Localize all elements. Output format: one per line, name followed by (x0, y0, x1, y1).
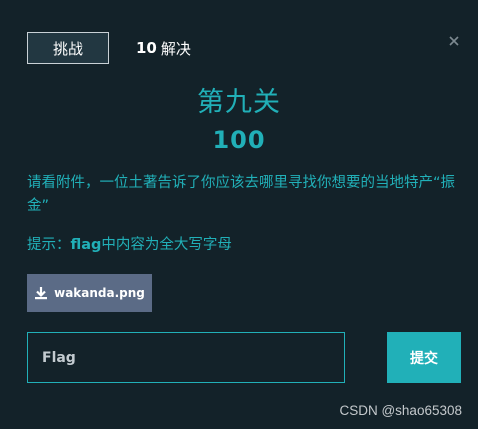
tab-solves[interactable]: 10 解决 (136, 32, 191, 64)
challenge-title: 第九关 (197, 87, 281, 118)
close-icon (449, 36, 459, 46)
challenge-modal: 挑战 10 解决 第九关 100 请看附件，一位土著告诉了你应该去哪里寻找你想要… (0, 0, 478, 429)
challenge-description: 请看附件，一位土著告诉了你应该去哪里寻找你想要的当地特产“振金” (27, 175, 456, 214)
watermark: CSDN @shao65308 (339, 403, 462, 418)
challenge-value: 100 (212, 126, 266, 154)
flag-input[interactable] (27, 332, 345, 383)
tab-challenge-label: 挑战 (52, 39, 83, 58)
tab-solves-label: 解决 (160, 39, 191, 58)
submit-button[interactable]: 提交 (387, 332, 461, 383)
submit-label: 提交 (410, 350, 438, 367)
file-download-button[interactable]: wakanda.png (27, 274, 152, 312)
tab-challenge[interactable]: 挑战 (27, 32, 109, 64)
download-icon (35, 287, 48, 300)
hint-suffix: 中内容为全大写字母 (101, 237, 232, 253)
hint-keyword: flag (70, 237, 102, 253)
file-name: wakanda.png (54, 286, 145, 300)
solves-count: 10 (136, 39, 157, 57)
close-button[interactable] (446, 33, 462, 49)
hint-prefix: 提示： (27, 237, 71, 253)
challenge-hint: 提示：flag中内容为全大写字母 (27, 234, 467, 256)
